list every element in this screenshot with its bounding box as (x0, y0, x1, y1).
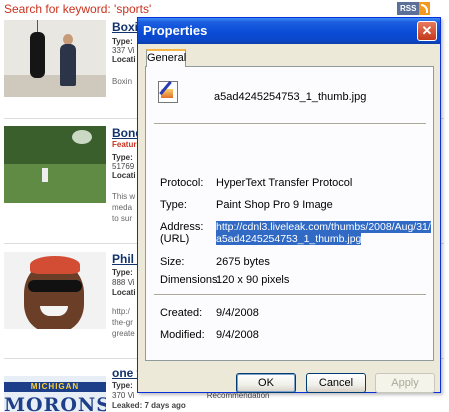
thumbnail-text: MORONS (4, 394, 106, 412)
result-type-label: Type: (112, 381, 133, 390)
result-location-label: Locati (112, 55, 136, 64)
dialog-title: Properties (143, 23, 208, 38)
cancel-button[interactable]: Cancel (306, 373, 366, 393)
close-icon: ✕ (421, 23, 433, 38)
type-label: Type: (160, 199, 187, 211)
dialog-titlebar[interactable]: Properties ✕ (138, 18, 440, 44)
result-views: 337 Vi (112, 46, 135, 55)
result-description: This w (112, 192, 136, 201)
result-type-label: Type: (112, 37, 133, 46)
created-label: Created: (160, 307, 203, 319)
result-location-label: Locati (112, 171, 136, 180)
ok-button[interactable]: OK (236, 373, 296, 393)
rss-label: RSS (397, 2, 420, 15)
size-label: Size: (160, 256, 185, 268)
size-value: 2675 bytes (216, 256, 270, 268)
image-file-icon (156, 79, 178, 103)
result-type-label: Type: (112, 153, 133, 162)
modified-label: Modified: (160, 329, 205, 341)
featured-badge: Featur (112, 140, 137, 149)
video-thumbnail[interactable] (4, 126, 106, 203)
dimensions-value: 120 x 90 pixels (216, 274, 290, 286)
type-value: Paint Shop Pro 9 Image (216, 199, 333, 211)
search-title: Search for keyword: 'sports' (4, 2, 152, 16)
protocol-value: HyperText Transfer Protocol (216, 177, 353, 189)
properties-dialog: Properties ✕ General a5ad4245254753_1_th… (137, 17, 441, 393)
tab-general[interactable]: General (146, 49, 186, 67)
result-description: to sur (112, 214, 133, 223)
result-description: greate (112, 329, 135, 338)
modified-value: 9/4/2008 (216, 329, 259, 341)
sunglasses (28, 280, 82, 292)
apply-button: Apply (375, 373, 435, 393)
rss-button[interactable]: RSS (397, 2, 431, 15)
thumbnail-banner: MICHIGAN (4, 382, 106, 392)
tab-panel-general: a5ad4245254753_1_thumb.jpg Protocol: Hyp… (145, 66, 434, 361)
rss-feed-icon (419, 2, 431, 15)
result-description: http:/ (112, 307, 130, 316)
dimensions-label: Dimensions: (160, 274, 221, 286)
divider (154, 294, 426, 296)
file-name: a5ad4245254753_1_thumb.jpg (214, 91, 367, 103)
protocol-label: Protocol: (160, 177, 204, 189)
punching-bag (30, 32, 45, 78)
result-title-link[interactable]: Boxi (112, 20, 138, 34)
video-thumbnail[interactable]: MICHIGAN MORONS (4, 376, 106, 412)
result-description: the-gr (112, 318, 133, 327)
page-header: Search for keyword: 'sports' RSS (0, 0, 449, 18)
result-type-label: Type: (112, 268, 133, 277)
video-thumbnail[interactable] (4, 20, 106, 97)
address-url-label: (URL) (160, 233, 190, 245)
result-leaked-time: Leaked: 7 days ago (112, 401, 186, 410)
result-location-label: Locati (112, 288, 136, 297)
address-label: Address: (160, 221, 204, 233)
result-description: Boxin (112, 77, 133, 86)
result-description: meda (112, 203, 133, 212)
address-value[interactable]: http://cdnl3.liveleak.com/thumbs/2008/Au… (216, 221, 431, 245)
video-thumbnail[interactable] (4, 252, 106, 329)
created-value: 9/4/2008 (216, 307, 259, 319)
boxer-figure (60, 44, 76, 86)
result-views: 888 Vi (112, 278, 135, 287)
result-views: 51769 (112, 162, 135, 171)
divider (154, 123, 426, 125)
close-button[interactable]: ✕ (417, 21, 437, 41)
